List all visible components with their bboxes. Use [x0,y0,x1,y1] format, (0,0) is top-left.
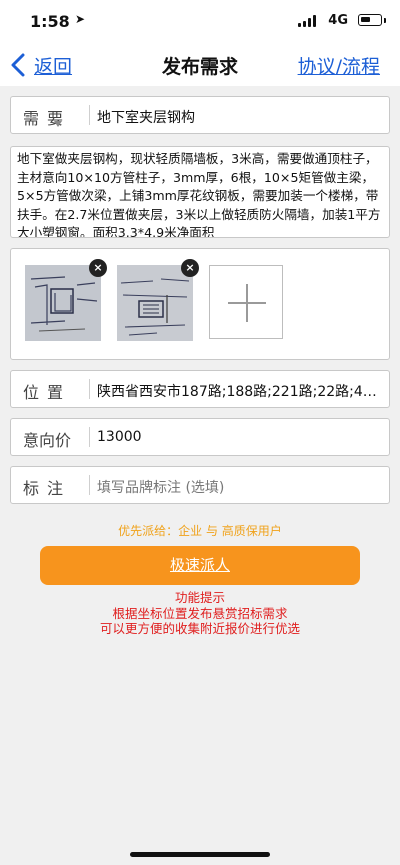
need-value: 地下室夹层钢构 [97,110,195,126]
delete-photo-icon[interactable]: × [89,259,107,277]
location-arrow-icon: ➤ [75,12,86,26]
battery-icon [358,14,382,26]
signal-icon [298,15,318,27]
home-indicator[interactable] [130,852,270,857]
sketch-image [25,265,101,341]
quick-dispatch-button[interactable]: 极速派人 [40,546,360,585]
price-input[interactable]: 13000 [97,429,381,445]
location-field[interactable]: 位置 陕西省西安市187路;188路;221路;22路;40... [10,370,390,408]
network-type: 4G [328,13,348,28]
tips-title: 功能提示 [174,590,225,605]
function-tips: 功能提示 根据坐标位置发布悬赏招标需求 可以更方便的收集附近报价进行优选 [0,590,400,637]
status-time: 1:58 [30,12,70,31]
location-value: 陕西省西安市187路;188路;221路;22路;40... [97,384,381,400]
note-field[interactable]: 标注 填写品牌标注 (选填) [10,466,390,504]
photo-thumbnail[interactable]: × [117,259,199,341]
status-bar: 1:58 ➤ 4G [0,0,400,44]
sketch-image [117,265,193,341]
divider [89,475,90,495]
note-input[interactable]: 填写品牌标注 (选填) [97,477,381,497]
location-label: 位置 [23,383,72,402]
price-field[interactable]: 意向价 13000 [10,418,390,456]
tips-line-2: 可以更方便的收集附近报价进行优选 [99,621,300,636]
divider [89,427,90,447]
divider [89,105,90,125]
note-label: 标注 [23,479,72,498]
description-textarea[interactable]: 地下室做夹层钢构，现状轻质隔墙板，3米高，需要做通顶柱子，主材意向10×10方管… [10,146,390,238]
need-label: 需要 [23,109,72,128]
tips-line-1: 根据坐标位置发布悬赏招标需求 [112,605,288,621]
add-photo-button[interactable] [209,265,283,339]
agreement-process-link[interactable]: 协议/流程 [298,52,380,79]
dropdown-arrow-icon[interactable] [54,121,62,127]
priority-text: 优先派给：企业 与 高质保用户 [118,524,282,538]
delete-photo-icon[interactable]: × [181,259,199,277]
photo-thumbnail[interactable]: × [25,259,107,341]
photo-upload-area: × × [10,248,390,360]
price-label: 意向价 [23,431,72,450]
battery-tip [384,18,386,23]
need-field[interactable]: 需要 地下室夹层钢构 [10,96,390,134]
divider [89,379,90,399]
nav-bar: 返回 发布需求 协议/流程 [0,44,400,86]
